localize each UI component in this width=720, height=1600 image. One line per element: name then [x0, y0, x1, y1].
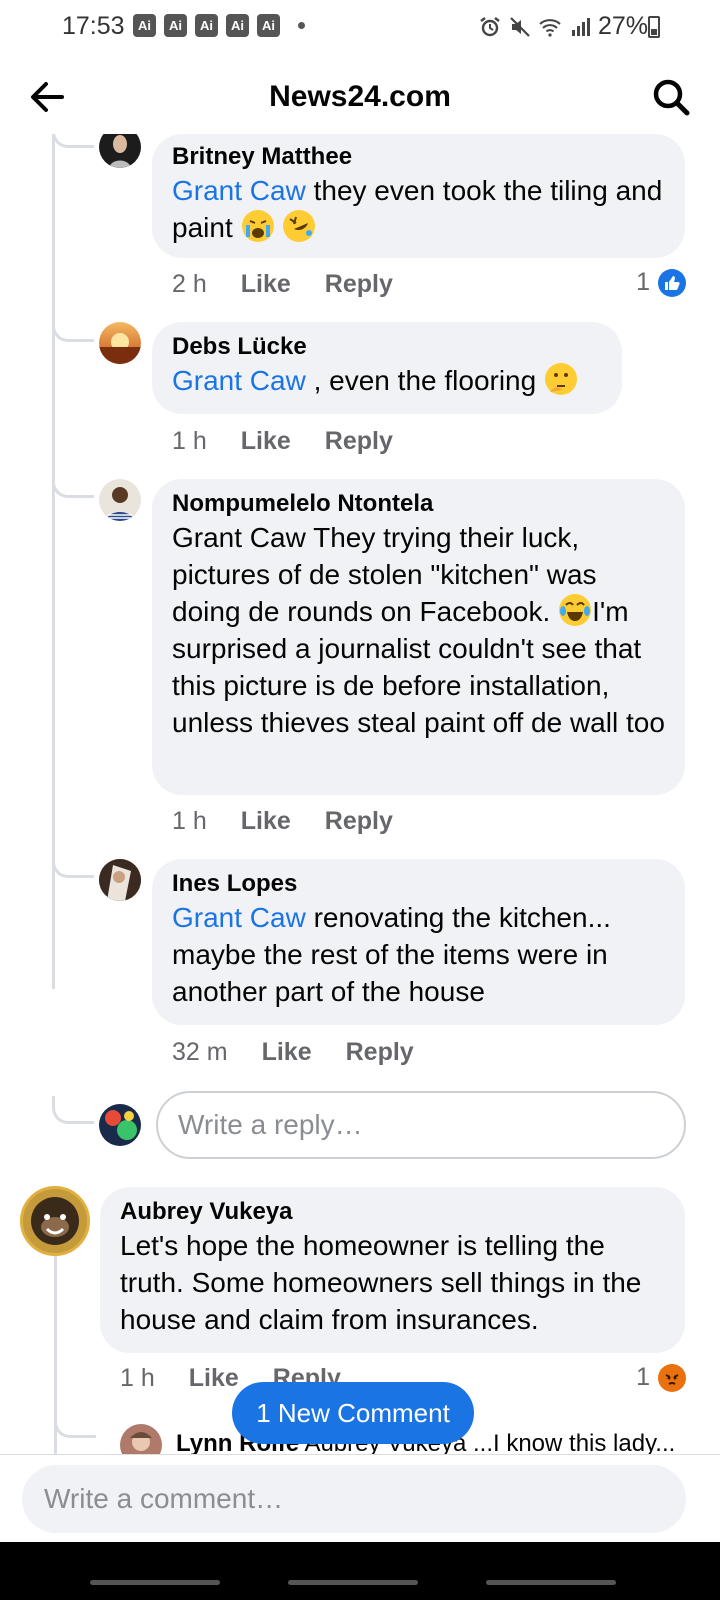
status-bar: 17:53 Ai Ai Ai Ai Ai 27% — [0, 0, 720, 52]
reply-button[interactable]: Reply — [346, 1038, 414, 1067]
comment-author[interactable]: Aubrey Vukeya — [120, 1197, 665, 1227]
comment-bubble[interactable]: Nompumelelo Ntontela Grant Caw They tryi… — [152, 479, 685, 795]
reply-input[interactable]: Write a reply… — [156, 1091, 686, 1159]
thread-branch — [54, 1410, 96, 1438]
comment-input[interactable]: Write a comment… — [22, 1465, 686, 1533]
mention-link[interactable]: Grant Caw — [172, 902, 306, 933]
nav-home-button[interactable] — [288, 1580, 418, 1585]
comment-text: Grant Caw renovating the kitchen... mayb… — [172, 902, 611, 1007]
like-button[interactable]: Like — [241, 427, 291, 456]
thread-branch — [52, 470, 94, 498]
comment-author[interactable]: Britney Matthee — [172, 142, 665, 172]
alarm-icon — [480, 16, 500, 36]
reaction-summary[interactable]: 1 — [636, 1363, 686, 1392]
comment-text: Grant Caw they even took the tiling and … — [172, 175, 663, 243]
like-button[interactable]: Like — [189, 1364, 239, 1393]
avatar[interactable] — [99, 322, 141, 364]
status-time: 17:53 — [62, 12, 125, 40]
comment-bubble[interactable]: Ines Lopes Grant Caw renovating the kitc… — [152, 859, 685, 1025]
wifi-icon — [539, 18, 561, 37]
tears-of-joy-emoji — [558, 593, 592, 627]
thread-line — [54, 1254, 57, 1484]
comment-author[interactable]: Nompumelelo Ntontela — [172, 489, 665, 519]
search-icon[interactable] — [650, 76, 692, 118]
comment-thread: Britney Matthee Grant Caw they even took… — [0, 134, 720, 1484]
comment-bubble[interactable]: Debs Lücke Grant Caw , even the flooring — [152, 322, 622, 414]
comment-bubble[interactable]: Aubrey Vukeya Let's hope the homeowner i… — [100, 1187, 685, 1353]
ai-badge-icon: Ai — [226, 14, 249, 37]
comment-meta: 32 m Like Reply — [172, 1038, 448, 1067]
new-comment-button[interactable]: 1 New Comment — [232, 1382, 474, 1444]
comment-meta: 2 h Like Reply — [172, 270, 427, 299]
angry-reaction-icon — [658, 1363, 686, 1392]
thread-branch — [52, 1096, 94, 1124]
mention-link[interactable]: Grant Caw — [172, 175, 306, 206]
thread-branch — [52, 134, 94, 148]
ai-badge-icon: Ai — [195, 14, 218, 37]
like-reaction-icon — [658, 268, 686, 297]
comment-time: 1 h — [120, 1364, 155, 1392]
ai-badge-icon: Ai — [164, 14, 187, 37]
reply-button[interactable]: Reply — [325, 427, 393, 456]
battery-icon — [648, 16, 660, 38]
ai-badges: Ai Ai Ai Ai Ai — [133, 14, 280, 37]
reaction-summary[interactable]: 1 — [636, 268, 686, 297]
avatar[interactable] — [20, 1186, 90, 1256]
comment-composer-bar: Write a comment… — [0, 1454, 720, 1542]
comment-text: Grant Caw , even the flooring — [172, 362, 602, 399]
system-nav-bar — [0, 1542, 720, 1600]
comment-bubble[interactable]: Britney Matthee Grant Caw they even took… — [152, 134, 685, 258]
mute-icon — [510, 16, 530, 37]
comment-author[interactable]: Ines Lopes — [172, 869, 665, 899]
page-title: News24.com — [269, 80, 451, 113]
reply-button[interactable]: Reply — [325, 807, 393, 836]
like-button[interactable]: Like — [241, 270, 291, 299]
notification-dot-icon — [298, 22, 305, 29]
thinking-face-emoji — [544, 362, 578, 396]
comment-time: 2 h — [172, 270, 207, 298]
battery-percent: 27% — [597, 12, 648, 40]
reaction-count: 1 — [636, 1363, 650, 1391]
comment-time: 1 h — [172, 807, 207, 835]
thread-branch — [52, 314, 94, 342]
avatar[interactable] — [99, 479, 141, 521]
avatar[interactable] — [99, 859, 141, 901]
top-app-bar: News24.com — [0, 60, 720, 134]
status-right: 27% — [478, 12, 648, 41]
comment-meta: 1 h Like Reply — [172, 807, 427, 836]
my-avatar — [99, 1104, 141, 1146]
like-button[interactable]: Like — [241, 807, 291, 836]
ai-badge-icon: Ai — [257, 14, 280, 37]
ai-badge-icon: Ai — [133, 14, 156, 37]
reply-button[interactable]: Reply — [325, 270, 393, 299]
crying-face-emoji — [241, 209, 275, 243]
mention-link[interactable]: Grant Caw — [172, 365, 306, 396]
comment-author[interactable]: Debs Lücke — [172, 332, 602, 362]
comment-meta: 1 h Like Reply — [172, 427, 427, 456]
avatar[interactable] — [99, 134, 141, 168]
comment-text: Let's hope the homeowner is telling the … — [120, 1230, 642, 1335]
comment-time: 1 h — [172, 427, 207, 455]
like-button[interactable]: Like — [262, 1038, 312, 1067]
nav-recents-button[interactable] — [90, 1580, 220, 1585]
rolling-laughing-emoji — [282, 209, 316, 243]
signal-icon — [571, 17, 590, 36]
comment-text: Grant Caw They trying their luck, pictur… — [172, 522, 665, 738]
nav-back-button[interactable] — [486, 1580, 616, 1585]
thread-branch — [52, 850, 94, 878]
reaction-count: 1 — [636, 268, 650, 296]
comment-time: 32 m — [172, 1038, 228, 1066]
